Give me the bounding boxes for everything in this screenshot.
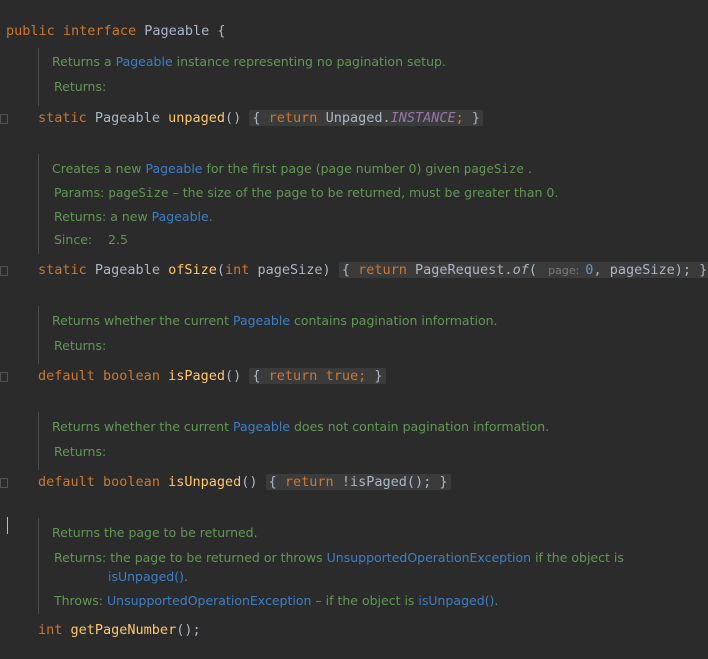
- method-unpaged: static Pageable unpaged() { return Unpag…: [38, 109, 484, 127]
- method-getpagenumber: int getPageNumber();: [38, 622, 201, 638]
- doc-link-pageable[interactable]: Pageable: [145, 161, 202, 176]
- text-caret: [7, 517, 8, 534]
- doc-link-isunpaged[interactable]: isUnpaged(): [108, 569, 184, 584]
- doc-summary: Returns a Pageable instance representing…: [52, 54, 446, 69]
- doc-link-pageable[interactable]: Pageable: [116, 54, 173, 69]
- doc-returns-label: Returns:: [54, 444, 107, 459]
- doc-returns: Returns: a new Pageable.: [54, 209, 213, 224]
- doc-link-pageable[interactable]: Pageable: [152, 209, 209, 224]
- javadoc-getpagenumber: Returns the page to be returned. Returns…: [38, 518, 699, 614]
- doc-summary: Returns whether the current Pageable con…: [52, 313, 498, 328]
- javadoc-isunpaged: Returns whether the current Pageable doe…: [38, 412, 699, 470]
- keyword-public: public: [6, 23, 55, 39]
- doc-link-isunpaged[interactable]: isUnpaged(): [418, 593, 494, 608]
- method-ispaged: default boolean isPaged() { return true;…: [38, 367, 386, 385]
- folded-body[interactable]: { return Unpaged.INSTANCE; }: [249, 110, 484, 126]
- javadoc-ofsize: Creates a new Pageable for the first pag…: [38, 154, 699, 254]
- fold-marker[interactable]: [0, 266, 8, 276]
- method-name-getpagenumber[interactable]: getPageNumber: [71, 622, 177, 638]
- folded-body[interactable]: { return !isPaged(); }: [265, 474, 451, 490]
- folded-body[interactable]: { return PageRequest.of( page: 0, pageSiz…: [338, 262, 708, 278]
- fold-marker[interactable]: [0, 478, 8, 488]
- doc-link-pageable[interactable]: Pageable: [233, 313, 290, 328]
- doc-summary: Creates a new Pageable for the first pag…: [52, 161, 532, 176]
- doc-returns-cont: isUnpaged().: [108, 569, 188, 584]
- doc-summary: Returns the page to be returned.: [52, 525, 258, 540]
- method-name-unpaged[interactable]: unpaged: [168, 110, 225, 126]
- doc-returns: Returns: the page to be returned or thro…: [54, 550, 624, 565]
- doc-returns-label: Returns:: [54, 338, 107, 353]
- method-ofsize: static Pageable ofSize(int pageSize) { r…: [38, 261, 708, 280]
- doc-summary: Returns whether the current Pageable doe…: [52, 419, 550, 434]
- doc-link-unsupported-operation-exception[interactable]: UnsupportedOperationException: [107, 593, 311, 608]
- interface-declaration: public interface Pageable {: [6, 4, 226, 40]
- parameter-hint: page:: [545, 264, 583, 277]
- doc-link-pageable[interactable]: Pageable: [233, 419, 290, 434]
- javadoc-ispaged: Returns whether the current Pageable con…: [38, 306, 699, 364]
- fold-marker[interactable]: [0, 372, 8, 382]
- doc-since: Since: 2.5: [54, 232, 128, 247]
- javadoc-unpaged: Returns a Pageable instance representing…: [38, 48, 699, 106]
- doc-throws: Throws: UnsupportedOperationException – …: [54, 593, 499, 608]
- keyword-interface: interface: [62, 23, 137, 39]
- doc-link-unsupported-operation-exception[interactable]: UnsupportedOperationException: [327, 550, 531, 565]
- fold-marker[interactable]: [0, 114, 8, 124]
- method-name-ofsize[interactable]: ofSize: [168, 262, 217, 278]
- method-name-ispaged[interactable]: isPaged: [168, 368, 225, 384]
- doc-returns-label: Returns:: [54, 79, 107, 94]
- doc-params: Params: pageSize – the size of the page …: [54, 185, 559, 200]
- folded-body[interactable]: { return true; }: [249, 368, 386, 384]
- method-name-isunpaged[interactable]: isUnpaged: [168, 474, 241, 490]
- open-brace: {: [217, 23, 226, 39]
- method-isunpaged: default boolean isUnpaged() { return !is…: [38, 473, 451, 491]
- interface-name[interactable]: Pageable: [144, 23, 209, 39]
